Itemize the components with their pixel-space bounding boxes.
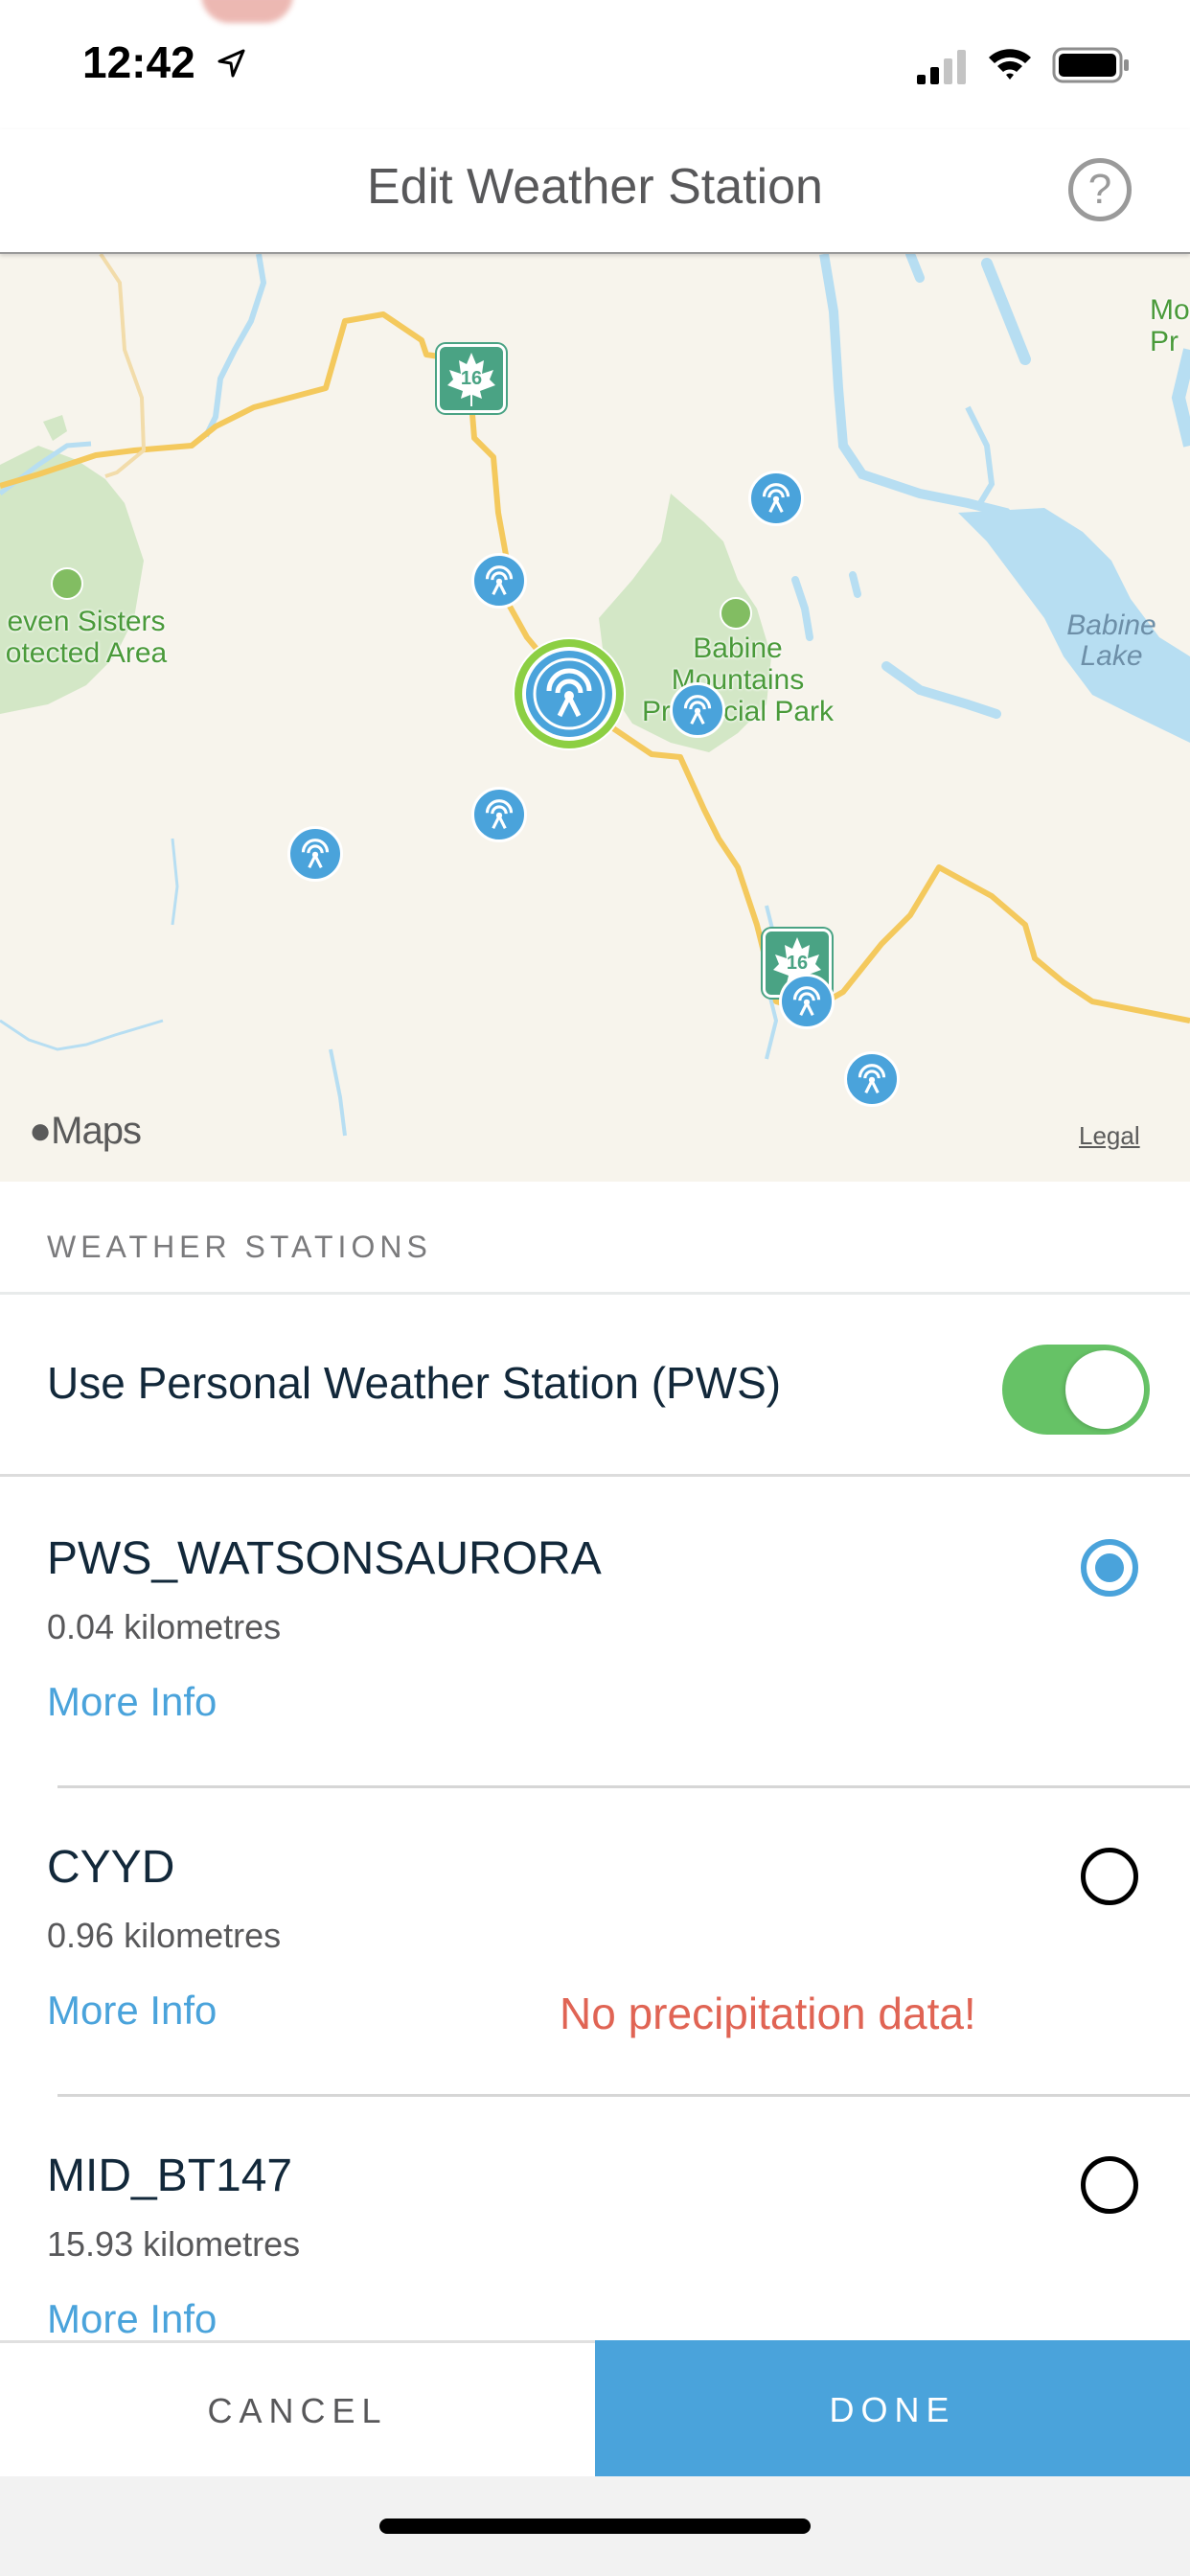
antenna-icon	[762, 483, 790, 514]
antenna-icon	[485, 565, 514, 596]
station-name: CYYD	[47, 1842, 175, 1893]
help-button[interactable]: ?	[1068, 158, 1132, 221]
map-label-babine-lake: Babine Lake	[1066, 610, 1156, 672]
station-name: MID_BT147	[47, 2150, 293, 2201]
lake-small-2	[849, 571, 861, 598]
screen-recording-indicator	[201, 0, 293, 23]
park-icon	[720, 597, 752, 630]
status-bar: 12:42	[0, 0, 1190, 129]
station-radio[interactable]	[1081, 1848, 1138, 1905]
status-time: 12:42	[82, 37, 195, 87]
antenna-icon	[683, 695, 712, 725]
creek-west	[171, 838, 179, 926]
apple-icon: ●	[29, 1110, 52, 1152]
antenna-icon	[792, 986, 821, 1017]
station-list-item[interactable]: PWS_WATSONSAURORA 0.04 kilometres More I…	[0, 1480, 1190, 1788]
antenna-icon	[485, 799, 514, 830]
highway-number: 16	[786, 953, 809, 974]
station-marker[interactable]	[670, 682, 725, 738]
map-label-seven-sisters: even Sisters otected Area	[5, 606, 168, 669]
map-view[interactable]: even Sisters otected Area Babine Mountai…	[0, 254, 1190, 1182]
selected-station-marker[interactable]	[526, 651, 612, 737]
lake-east-arm	[1171, 348, 1190, 448]
page-title: Edit Weather Station	[367, 159, 823, 215]
lake-northeast	[981, 258, 1031, 365]
nav-header: Edit Weather Station ?	[0, 129, 1190, 254]
pws-toggle-row: Use Personal Weather Station (PWS)	[0, 1295, 1190, 1477]
station-distance: 0.04 kilometres	[47, 1607, 282, 1646]
toggle-knob	[1065, 1350, 1144, 1429]
station-marker[interactable]	[844, 1051, 900, 1107]
lake-south	[881, 661, 1001, 719]
park-icon	[51, 567, 83, 600]
station-distance: 15.93 kilometres	[47, 2224, 301, 2264]
station-marker[interactable]	[471, 553, 527, 609]
lake-small-1	[791, 576, 813, 641]
home-indicator-area	[0, 2476, 1190, 2576]
lake-north	[905, 254, 925, 283]
home-indicator[interactable]	[379, 2518, 811, 2534]
highway-number: 16	[460, 368, 483, 389]
done-button[interactable]: DONE	[595, 2340, 1190, 2479]
station-radio-selected[interactable]	[1081, 1539, 1138, 1597]
apple-maps-logo: ●Maps	[29, 1110, 142, 1152]
map-label-babine-mountains: Babine Mountains Provincial Park	[641, 632, 835, 727]
creek-mid	[329, 1048, 347, 1137]
section-title: WEATHER STATIONS	[47, 1230, 432, 1264]
section-header: WEATHER STATIONS	[0, 1182, 1190, 1295]
highway-16-shield-north: 16	[437, 344, 506, 413]
no-precipitation-warning: No precipitation data!	[560, 1989, 976, 2038]
station-distance: 0.96 kilometres	[47, 1916, 282, 1955]
lake-inlet	[965, 405, 995, 510]
secondary-road	[99, 254, 147, 478]
station-radio[interactable]	[1081, 2156, 1138, 2214]
station-marker[interactable]	[471, 787, 527, 842]
map-label-park-northeast: Mo Pr	[1150, 294, 1190, 357]
creek-southwest	[0, 1019, 164, 1051]
location-arrow-icon	[217, 49, 245, 78]
station-list-item[interactable]: CYYD 0.96 kilometres More Info No precip…	[0, 1788, 1190, 2097]
station-name: PWS_WATSONSAURORA	[47, 1533, 602, 1584]
more-info-link[interactable]: More Info	[47, 1679, 217, 1725]
question-circle-icon: ?	[1087, 166, 1112, 213]
cancel-button[interactable]: CANCEL	[0, 2343, 595, 2479]
battery-icon	[1052, 47, 1129, 83]
antenna-icon	[858, 1064, 886, 1094]
antenna-icon	[301, 839, 330, 869]
antenna-icon	[533, 657, 606, 730]
park-area-small	[43, 415, 67, 441]
station-marker[interactable]	[287, 826, 343, 882]
station-marker[interactable]	[748, 471, 804, 526]
wifi-icon	[989, 49, 1031, 80]
legal-link[interactable]: Legal	[1079, 1121, 1140, 1151]
more-info-link[interactable]: More Info	[47, 2296, 217, 2342]
more-info-link[interactable]: More Info	[47, 1988, 217, 2034]
action-bar: CANCEL DONE	[0, 2340, 1190, 2479]
pws-toggle-switch[interactable]	[1002, 1345, 1150, 1435]
cellular-signal-icon	[917, 50, 966, 84]
pws-toggle-label: Use Personal Weather Station (PWS)	[47, 1358, 782, 1408]
station-marker[interactable]	[779, 974, 835, 1029]
